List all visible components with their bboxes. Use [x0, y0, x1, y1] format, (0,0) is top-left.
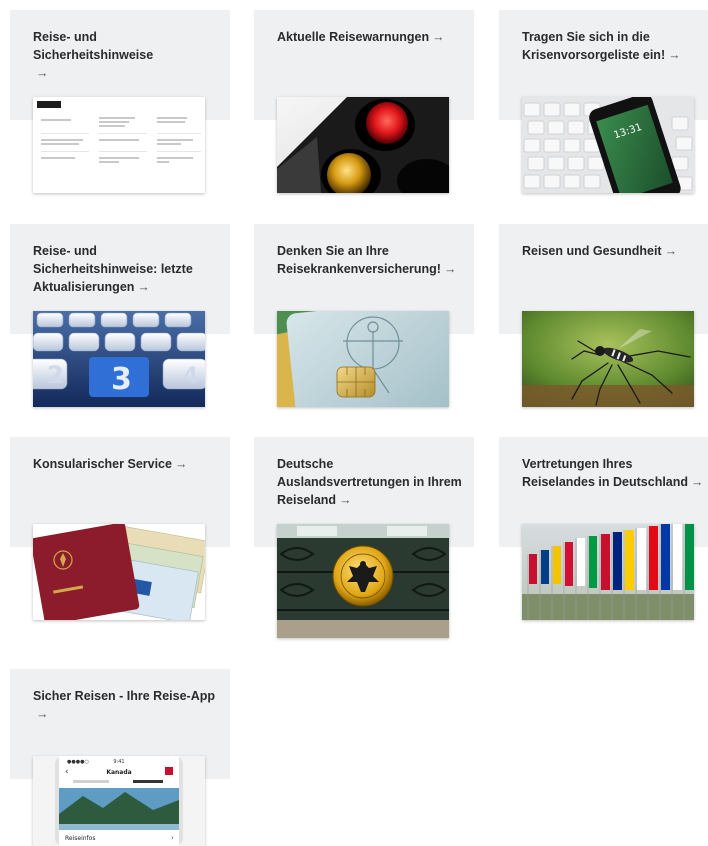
card-image-health-card[interactable]	[277, 311, 449, 407]
arrow-right-icon: →	[174, 457, 188, 471]
app-country-title: Kanada	[106, 769, 131, 776]
card-image-app-screenshot[interactable]: ●●●●○ 9:41 ‹ Kanada Reiseinfos ›	[33, 756, 205, 846]
card-image-embassy-emblem[interactable]	[277, 524, 449, 638]
arrow-right-icon: →	[36, 66, 49, 80]
card-image-passport-money[interactable]	[33, 524, 205, 620]
card-image-phone-keyboard[interactable]: 13:31	[522, 97, 694, 193]
arrow-right-icon: →	[432, 30, 445, 44]
arrow-right-icon: →	[36, 707, 49, 721]
card-image-number-keys[interactable]: 2 3 4	[33, 311, 205, 407]
arrow-right-icon: →	[691, 475, 704, 489]
svg-text:2: 2	[47, 361, 64, 389]
svg-text:3: 3	[111, 362, 132, 397]
card-image-mosquito[interactable]	[522, 311, 694, 407]
app-status-time: 9:41	[113, 759, 124, 765]
card-image-traffic-light[interactable]	[277, 97, 449, 193]
card-title[interactable]: Vertretungen Ihres Reiselandes in Deutsc…	[522, 455, 707, 491]
card-image-flags[interactable]	[522, 524, 694, 620]
arrow-right-icon: →	[443, 262, 457, 276]
card-title[interactable]: Deutsche Auslandsvertretungen in Ihrem R…	[277, 455, 462, 509]
svg-text:●●●●○: ●●●●○	[67, 759, 89, 765]
card-title[interactable]: Reise- und Sicherheitshinweise: letzte A…	[33, 242, 218, 296]
arrow-right-icon: →	[664, 244, 678, 258]
svg-text:4: 4	[183, 364, 198, 389]
card-title[interactable]: Tragen Sie sich in die Krisenvorsorgelis…	[522, 28, 707, 64]
card-title[interactable]: Aktuelle Reisewarnungen →	[277, 28, 462, 46]
svg-text:›: ›	[171, 834, 174, 842]
svg-text:‹: ‹	[65, 767, 69, 777]
card-title[interactable]: Denken Sie an Ihre Reisekrankenversicher…	[277, 242, 462, 278]
card-title[interactable]: Sicher Reisen - Ihre Reise-App →	[33, 687, 218, 723]
arrow-right-icon: →	[339, 493, 352, 507]
arrow-right-icon: →	[137, 280, 150, 294]
card-title[interactable]: Reisen und Gesundheit →	[522, 242, 707, 260]
card-title[interactable]: Reise- und Sicherheitshinweise →	[33, 28, 218, 82]
card-image-document-preview[interactable]	[33, 97, 205, 193]
app-detail-label: Reiseinfos	[65, 835, 95, 842]
arrow-right-icon: →	[668, 48, 681, 62]
card-title[interactable]: Konsularischer Service →	[33, 455, 218, 473]
